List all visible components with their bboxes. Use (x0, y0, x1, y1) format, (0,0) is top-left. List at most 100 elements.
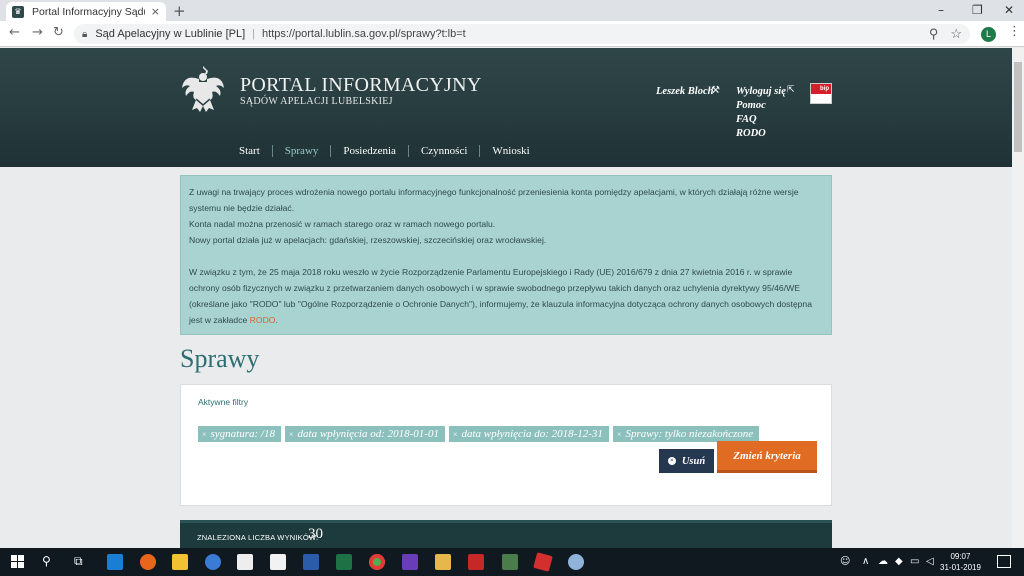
portal-subtitle: SĄDÓW APELACJI LUBELSKIEJ (240, 96, 393, 107)
filter-chip[interactable]: × data wpłynięcia od: 2018-01-01 (285, 426, 445, 442)
task-view-icon[interactable]: ⧉ (74, 554, 83, 569)
browser-menu-icon[interactable]: ⋮ (1008, 24, 1021, 39)
clock-time: 09:07 (950, 552, 971, 561)
browser-tab[interactable]: ♛ Portal Informacyjny Sądu - Sprav × (6, 2, 166, 21)
acrobat-icon[interactable] (468, 554, 484, 570)
tab-title: Portal Informacyjny Sądu - Sprav (32, 5, 145, 18)
browser-tab-strip: ♛ Portal Informacyjny Sądu - Sprav × + –… (0, 0, 1024, 21)
filter-chip-label: data wpłynięcia do: 2018-12-31 (461, 428, 603, 440)
file-explorer-icon[interactable] (172, 554, 188, 570)
filter-chip-label: Sprawy: tylko niezakończone (625, 428, 754, 440)
remove-filter-icon[interactable]: × (453, 430, 458, 439)
volume-icon[interactable]: ◁ (926, 556, 934, 567)
notice-paragraph: Z uwagi na trwający proces wdrożenia now… (189, 187, 799, 213)
change-criteria-button[interactable]: Zmień kryteria (717, 441, 817, 473)
notifications-icon[interactable] (997, 555, 1011, 568)
firefox-icon[interactable] (140, 554, 156, 570)
logout-link[interactable]: Wyloguj się (736, 85, 786, 99)
profile-avatar[interactable]: L (981, 27, 996, 42)
chrome-icon[interactable] (369, 554, 385, 570)
app-icon[interactable] (568, 554, 584, 570)
remove-filter-icon[interactable]: × (202, 430, 207, 439)
faq-link[interactable]: FAQ (736, 113, 786, 127)
filter-chip[interactable]: × sygnatura: /18 (198, 426, 281, 442)
main-navigation: Start Sprawy Posiedzenia Czynności Wnios… (227, 145, 542, 157)
reload-icon[interactable]: ↻ (53, 25, 64, 40)
user-name[interactable]: Leszek Bloch (656, 86, 713, 97)
filter-chip-label: data wpłynięcia od: 2018-01-01 (297, 428, 439, 440)
external-link-icon: ⇱ (787, 85, 795, 95)
people-icon[interactable]: ☺ (840, 556, 850, 567)
app-icon[interactable] (205, 554, 221, 570)
filter-chip-label: sygnatura: /18 (210, 428, 275, 440)
remove-filters-button[interactable]: × Usuń (659, 449, 714, 473)
filter-chips: × sygnatura: /18 × data wpłynięcia od: 201… (198, 426, 763, 442)
filter-chip[interactable]: × data wpłynięcia do: 2018-12-31 (448, 426, 609, 442)
omnibox[interactable]: 🔒︎ Sąd Apelacyjny w Lublinie [PL] | http… (74, 24, 970, 44)
polish-eagle-emblem-icon (182, 66, 224, 112)
windows-taskbar: ⚲ ⧉ ☺ ∧ ☁ ◆ ▭ ◁ 09:07 31-01-2019 (0, 548, 1024, 576)
info-notice: Z uwagi na trwający proces wdrożenia now… (180, 175, 832, 335)
notepad-icon[interactable] (270, 554, 286, 570)
nav-wnioski[interactable]: Wnioski (480, 145, 541, 157)
tab-close-icon[interactable]: × (151, 5, 160, 18)
maximize-button[interactable]: ❐ (972, 3, 983, 17)
app-icon[interactable] (502, 554, 518, 570)
omnibox-separator: | (252, 28, 256, 40)
scrollbar-thumb[interactable] (1014, 62, 1022, 152)
header-links: Wyloguj się Pomoc FAQ RODO (736, 85, 786, 141)
nav-posiedzenia[interactable]: Posiedzenia (331, 145, 408, 157)
search-icon[interactable]: ⚲ (42, 554, 51, 568)
remove-filter-icon[interactable]: × (617, 430, 622, 439)
nav-czynnosci[interactable]: Czynności (409, 145, 479, 157)
app-icon[interactable] (435, 554, 451, 570)
tools-icon[interactable]: ⚒ (711, 85, 720, 96)
site-header: PORTAL INFORMACYJNY SĄDÓW APELACJI LUBEL… (0, 48, 1012, 167)
nav-sprawy[interactable]: Sprawy (273, 145, 331, 157)
close-window-button[interactable]: ✕ (1004, 3, 1014, 17)
notice-rodo-link[interactable]: RODO (250, 315, 276, 325)
excel-icon[interactable] (336, 554, 352, 570)
edge-icon[interactable] (107, 554, 123, 570)
notice-rodo-text: W związku z tym, że 25 maja 2018 roku we… (189, 267, 812, 325)
page-viewport: PORTAL INFORMACYJNY SĄDÓW APELACJI LUBEL… (0, 48, 1012, 548)
clock-date: 31-01-2019 (940, 563, 981, 572)
page-title: Sprawy (180, 344, 260, 373)
site-favicon-icon: ♛ (12, 5, 24, 18)
word-icon[interactable] (303, 554, 319, 570)
tray-chevron-icon[interactable]: ∧ (862, 556, 869, 567)
new-tab-button[interactable]: + (173, 2, 186, 20)
url-text: https://portal.lublin.sa.gov.pl/sprawy?t… (262, 28, 466, 40)
nav-start[interactable]: Start (227, 145, 272, 157)
app-icon[interactable] (402, 554, 418, 570)
active-filters-label: Aktywne filtry (198, 397, 249, 407)
notice-rodo-paragraph: W związku z tym, że 25 maja 2018 roku we… (189, 264, 823, 328)
site-identity: Sąd Apelacyjny w Lublinie [PL] (95, 28, 246, 40)
store-icon[interactable] (237, 554, 253, 570)
network-icon[interactable]: ▭ (910, 556, 919, 567)
results-bar: ZNALEZIONA LICZBA WYNIKÓW: 30 (180, 520, 832, 548)
remove-filters-label: Usuń (681, 455, 706, 467)
back-arrow-icon[interactable]: ← (9, 25, 20, 40)
bookmark-star-icon[interactable]: ☆ (950, 26, 962, 42)
forward-arrow-icon[interactable]: → (32, 25, 43, 40)
notice-paragraph: Nowy portal działa już w apelacjach: gda… (189, 235, 547, 245)
bip-logo[interactable]: bip (810, 83, 832, 104)
page-scrollbar[interactable] (1012, 48, 1024, 548)
help-link[interactable]: Pomoc (736, 99, 786, 113)
zoom-icon[interactable]: ⚲ (929, 26, 939, 42)
minimize-button[interactable]: – (938, 3, 944, 17)
address-bar-row: ← → ↻ 🔒︎ Sąd Apelacyjny w Lublinie [PL] … (0, 21, 1024, 47)
app-icon[interactable] (533, 552, 553, 572)
filter-chip[interactable]: × Sprawy: tylko niezakończone (612, 426, 760, 442)
remove-filter-icon[interactable]: × (289, 430, 294, 439)
notice-paragraph: Konta nadal można przenosić w ramach sta… (189, 219, 496, 229)
windows-start-icon[interactable] (11, 555, 25, 569)
portal-title: PORTAL INFORMACYJNY (240, 74, 482, 96)
taskbar-clock[interactable]: 09:07 31-01-2019 (940, 551, 981, 573)
dropbox-icon[interactable]: ◆ (895, 556, 903, 567)
remove-circle-icon: × (667, 457, 676, 465)
lock-icon: 🔒︎ (82, 28, 88, 40)
cloud-icon[interactable]: ☁ (878, 556, 888, 567)
rodo-link[interactable]: RODO (736, 127, 786, 141)
